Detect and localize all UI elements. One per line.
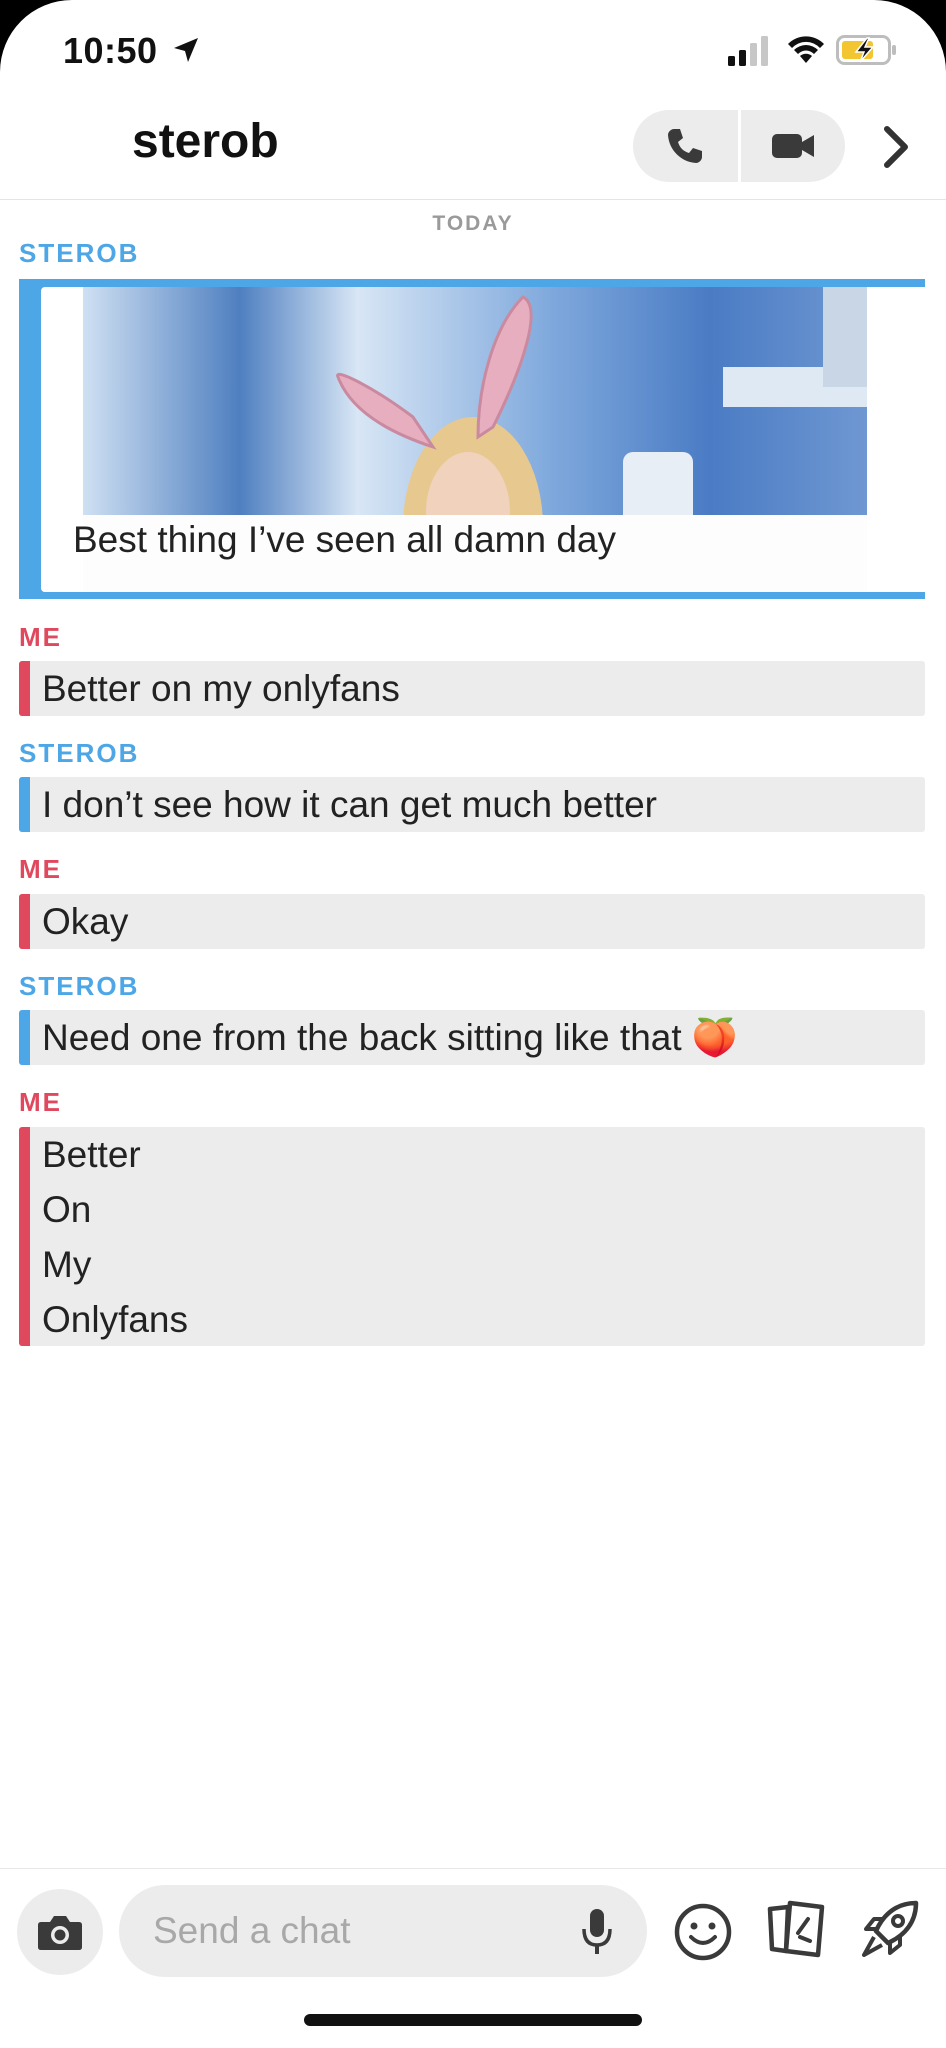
sender-label: ME: [19, 1087, 62, 1117]
message-text: Better On My Onlyfans: [42, 1134, 189, 1340]
snap-message[interactable]: Best thing I’ve seen all damn day: [19, 279, 928, 599]
emoji-icon[interactable]: [672, 1901, 734, 1963]
chat-message[interactable]: Better On My Onlyfans: [19, 1127, 925, 1346]
battery-charging-icon: [836, 35, 896, 65]
microphone-icon[interactable]: [580, 1907, 614, 1957]
sender-label: STEROB: [19, 238, 140, 268]
voice-call-button[interactable]: [633, 110, 738, 182]
camera-button[interactable]: [17, 1889, 103, 1975]
sender-color-bar: [19, 1127, 30, 1346]
chevron-right-icon[interactable]: [878, 124, 914, 170]
sender-color-bar: [19, 661, 30, 716]
call-button-group: [633, 110, 845, 182]
chat-message[interactable]: Okay: [19, 894, 925, 949]
home-indicator[interactable]: [304, 2014, 642, 2026]
video-camera-icon: [771, 134, 814, 158]
sender-color-bar: [19, 1010, 30, 1065]
signal-icon: [728, 36, 768, 66]
sender-label: ME: [19, 854, 62, 884]
message-text: Okay: [42, 901, 129, 942]
chat-text-input[interactable]: [119, 1885, 647, 1977]
chat-title[interactable]: sterob: [132, 114, 279, 169]
cards-icon[interactable]: [764, 1897, 828, 1961]
sender-label: STEROB: [19, 738, 140, 768]
sender-color-bar: [19, 777, 30, 832]
snap-preview[interactable]: Best thing I’ve seen all damn day: [41, 287, 928, 592]
sender-label: ME: [19, 622, 62, 652]
phone-icon: [668, 129, 703, 163]
chat-message[interactable]: Need one from the back sitting like that…: [19, 1010, 925, 1065]
message-text: I don’t see how it can get much better: [42, 784, 657, 825]
status-bar: 10:50: [0, 0, 946, 100]
sender-color-bar: [19, 894, 30, 949]
chat-message[interactable]: I don’t see how it can get much better: [19, 777, 925, 832]
phone-screen: 10:50 sterob TODAY STEROB Best thing I’v…: [0, 0, 946, 2048]
snap-caption: Best thing I’ve seen all damn day: [73, 519, 616, 560]
chat-header: sterob: [0, 100, 946, 200]
chat-message[interactable]: Better on my onlyfans: [19, 661, 925, 716]
message-text: Need one from the back sitting like that…: [42, 1017, 738, 1058]
video-call-button[interactable]: [741, 110, 846, 182]
wifi-icon: [788, 36, 824, 63]
camera-icon: [38, 1916, 82, 1950]
day-separator: TODAY: [432, 212, 514, 235]
message-text: Better on my onlyfans: [42, 668, 400, 709]
sender-label: STEROB: [19, 971, 140, 1001]
location-arrow-icon: [174, 38, 198, 62]
rocket-icon[interactable]: [858, 1897, 922, 1961]
status-time: 10:50: [63, 30, 158, 71]
